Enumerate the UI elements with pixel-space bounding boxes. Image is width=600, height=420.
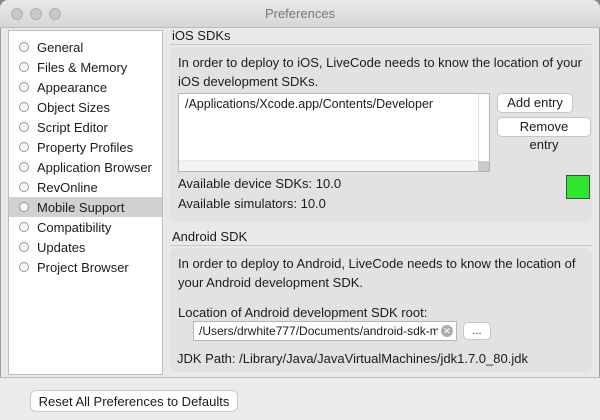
horizontal-scrollbar[interactable]	[179, 160, 478, 171]
sidebar-item-object-sizes[interactable]: Object Sizes	[9, 97, 162, 117]
android-sdk-root-input[interactable]	[193, 321, 457, 341]
radio-icon	[19, 222, 29, 232]
available-simulators-label: Available simulators: 10.0	[178, 196, 326, 211]
radio-icon	[19, 42, 29, 52]
sidebar-item-updates[interactable]: Updates	[9, 237, 162, 257]
section-divider	[170, 245, 592, 246]
android-sdk-root-label: Location of Android development SDK root…	[178, 305, 427, 320]
android-sdk-panel: In order to deploy to Android, LiveCode …	[170, 248, 592, 372]
sidebar-item-label: RevOnline	[37, 180, 98, 195]
android-sdk-header: Android SDK	[172, 229, 247, 244]
section-divider	[170, 44, 592, 45]
sidebar-item-script-editor[interactable]: Script Editor	[9, 117, 162, 137]
sidebar-item-general[interactable]: General	[9, 37, 162, 57]
sidebar-item-label: General	[37, 40, 83, 55]
browse-button[interactable]: ...	[463, 322, 491, 340]
radio-icon	[19, 182, 29, 192]
sidebar-item-label: Script Editor	[37, 120, 108, 135]
radio-icon	[19, 262, 29, 272]
footer-bar: Reset All Preferences to Defaults	[0, 378, 600, 420]
sidebar-item-label: Files & Memory	[37, 60, 127, 75]
sidebar-item-label: Property Profiles	[37, 140, 133, 155]
clear-icon[interactable]: ✕	[441, 325, 453, 337]
sidebar-item-property-profiles[interactable]: Property Profiles	[9, 137, 162, 157]
sdk-path-list[interactable]: /Applications/Xcode.app/Contents/Develop…	[178, 93, 490, 172]
sidebar-item-application-browser[interactable]: Application Browser	[9, 157, 162, 177]
sdk-status-indicator	[566, 175, 590, 199]
radio-icon	[19, 82, 29, 92]
title-bar: Preferences	[0, 0, 600, 28]
list-item[interactable]: /Applications/Xcode.app/Contents/Develop…	[179, 94, 489, 114]
sidebar-item-appearance[interactable]: Appearance	[9, 77, 162, 97]
radio-icon	[19, 142, 29, 152]
sidebar-item-files-memory[interactable]: Files & Memory	[9, 57, 162, 77]
jdk-path-label: JDK Path: /Library/Java/JavaVirtualMachi…	[177, 351, 528, 366]
radio-icon	[19, 122, 29, 132]
android-description: In order to deploy to Android, LiveCode …	[178, 254, 588, 292]
scrollbar-corner	[478, 161, 489, 171]
ios-sdks-panel: In order to deploy to iOS, LiveCode need…	[170, 47, 592, 223]
preferences-sidebar: General Files & Memory Appearance Object…	[8, 30, 163, 375]
sidebar-item-compatibility[interactable]: Compatibility	[9, 217, 162, 237]
remove-entry-button[interactable]: Remove entry	[497, 117, 591, 137]
sidebar-item-label: Application Browser	[37, 160, 152, 175]
ios-sdks-header: iOS SDKs	[172, 28, 231, 43]
sidebar-item-project-browser[interactable]: Project Browser	[9, 257, 162, 277]
sidebar-item-mobile-support[interactable]: Mobile Support	[9, 197, 162, 217]
add-entry-button[interactable]: Add entry	[497, 93, 573, 113]
radio-icon	[19, 202, 29, 212]
sidebar-item-label: Project Browser	[37, 260, 129, 275]
sidebar-item-label: Appearance	[37, 80, 107, 95]
radio-icon	[19, 102, 29, 112]
sidebar-item-label: Mobile Support	[37, 200, 124, 215]
preferences-window: Preferences General Files & Memory Appea…	[0, 0, 600, 420]
vertical-scrollbar[interactable]	[478, 94, 489, 171]
available-device-sdks-label: Available device SDKs: 10.0	[178, 176, 341, 191]
radio-icon	[19, 62, 29, 72]
sidebar-item-label: Compatibility	[37, 220, 111, 235]
sidebar-item-label: Object Sizes	[37, 100, 110, 115]
window-title: Preferences	[0, 6, 600, 21]
radio-icon	[19, 242, 29, 252]
ios-description: In order to deploy to iOS, LiveCode need…	[178, 53, 588, 91]
reset-all-preferences-button[interactable]: Reset All Preferences to Defaults	[30, 390, 238, 412]
radio-icon	[19, 162, 29, 172]
sidebar-item-revonline[interactable]: RevOnline	[9, 177, 162, 197]
sidebar-item-label: Updates	[37, 240, 85, 255]
android-sdk-root-field: ✕	[193, 321, 457, 341]
